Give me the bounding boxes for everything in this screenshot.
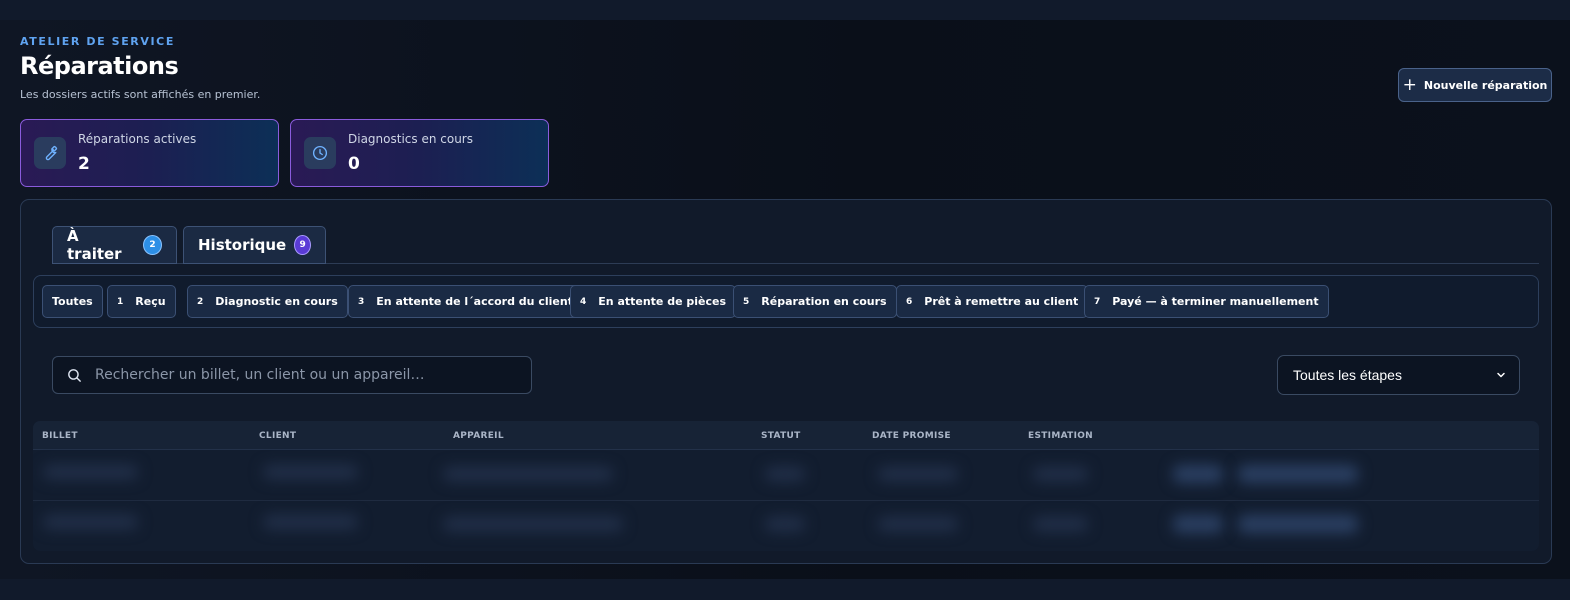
redacted-action[interactable] [1173, 465, 1223, 483]
table-row[interactable] [33, 501, 1539, 551]
filter-chip-awaiting-approval[interactable]: 3 En attente de l´accord du client [348, 285, 583, 318]
tab-count-badge: 2 [142, 235, 162, 255]
filter-chip-diagnostic[interactable]: 2 Diagnostic en cours [187, 285, 348, 318]
stage-filter-bar: Toutes 1 Reçu 2 Diagnostic en cours 3 En… [33, 275, 1539, 328]
chip-label: Réparation en cours [761, 295, 887, 308]
search-icon [68, 368, 81, 382]
chip-label: En attente de pièces [598, 295, 727, 308]
search-input[interactable] [95, 367, 515, 383]
chip-label: Reçu [135, 295, 166, 308]
wrench-icon [34, 137, 66, 169]
tab-to-process[interactable]: À traiter 2 [52, 226, 177, 264]
chip-number: 4 [580, 296, 587, 307]
stat-card-diagnostics: Diagnostics en cours 0 [290, 119, 549, 187]
stat-label: Réparations actives [78, 132, 197, 146]
redacted-cell [43, 515, 138, 529]
filter-chip-received[interactable]: 1 Reçu [107, 285, 176, 318]
redacted-cell [765, 517, 805, 531]
chip-number: 2 [197, 296, 204, 307]
redacted-action[interactable] [1238, 465, 1358, 483]
page-title: Réparations [20, 52, 179, 80]
page: ATELIER DE SERVICE Réparations Les dossi… [0, 20, 1570, 579]
new-repair-button[interactable]: + Nouvelle réparation [1398, 68, 1552, 102]
chip-label: En attente de l´accord du client [376, 295, 573, 308]
column-header-client: CLIENT [259, 431, 297, 441]
plus-icon: + [1402, 74, 1417, 95]
stage-select[interactable]: Toutes les étapes [1277, 355, 1520, 395]
filter-chip-ready[interactable]: 6 Prêt à remettre au client [896, 285, 1089, 318]
stat-label: Diagnostics en cours [348, 132, 473, 146]
stage-select-value: Toutes les étapes [1293, 367, 1402, 383]
chip-number: 3 [358, 296, 365, 307]
redacted-cell [443, 517, 623, 531]
redacted-cell [263, 465, 358, 479]
stat-value: 0 [348, 154, 360, 174]
chevron-down-icon [1497, 372, 1505, 378]
tab-count-badge: 9 [294, 235, 311, 255]
redacted-cell [43, 465, 138, 479]
table-header: BILLET CLIENT APPAREIL STATUT DATE PROMI… [33, 421, 1539, 450]
redacted-action[interactable] [1238, 515, 1358, 533]
tab-label: À traiter [67, 227, 122, 263]
repairs-panel: À traiter 2 Historique 9 Toutes 1 Reçu 2… [20, 199, 1552, 564]
redacted-cell [1033, 517, 1088, 531]
filter-chip-paid[interactable]: 7 Payé — à terminer manuellement [1084, 285, 1329, 318]
redacted-cell [878, 517, 958, 531]
search-box [52, 356, 532, 394]
stat-value: 2 [78, 154, 90, 174]
page-subtitle: Les dossiers actifs sont affichés en pre… [20, 88, 261, 101]
redacted-cell [443, 467, 613, 481]
column-header-status: STATUT [761, 431, 801, 441]
redacted-action[interactable] [1173, 515, 1223, 533]
new-repair-label: Nouvelle réparation [1423, 78, 1548, 92]
filter-chip-awaiting-parts[interactable]: 4 En attente de pièces [570, 285, 737, 318]
chip-number: 5 [743, 296, 750, 307]
chip-number: 7 [1094, 296, 1101, 307]
chip-label: Toutes [52, 295, 93, 308]
filter-chip-all[interactable]: Toutes [42, 285, 103, 318]
redacted-cell [765, 467, 805, 481]
column-header-ticket: BILLET [42, 431, 78, 441]
chip-label: Diagnostic en cours [215, 295, 338, 308]
chip-number: 6 [906, 296, 913, 307]
tab-label: Historique [198, 236, 287, 254]
column-header-promised-date: DATE PROMISE [872, 431, 951, 441]
tab-history[interactable]: Historique 9 [183, 226, 326, 264]
clock-icon [304, 137, 336, 169]
chip-label: Prêt à remettre au client [924, 295, 1079, 308]
repairs-table: BILLET CLIENT APPAREIL STATUT DATE PROMI… [33, 421, 1539, 551]
chip-number: 1 [117, 296, 124, 307]
column-header-estimate: ESTIMATION [1028, 431, 1094, 441]
column-header-device: APPAREIL [453, 431, 504, 441]
filter-chip-repair-in-progress[interactable]: 5 Réparation en cours [733, 285, 897, 318]
section-eyebrow: ATELIER DE SERVICE [20, 35, 175, 48]
redacted-cell [263, 515, 358, 529]
stat-card-active-repairs: Réparations actives 2 [20, 119, 279, 187]
table-row[interactable] [33, 451, 1539, 501]
redacted-cell [878, 467, 958, 481]
redacted-cell [1033, 467, 1088, 481]
chip-label: Payé — à terminer manuellement [1112, 295, 1319, 308]
